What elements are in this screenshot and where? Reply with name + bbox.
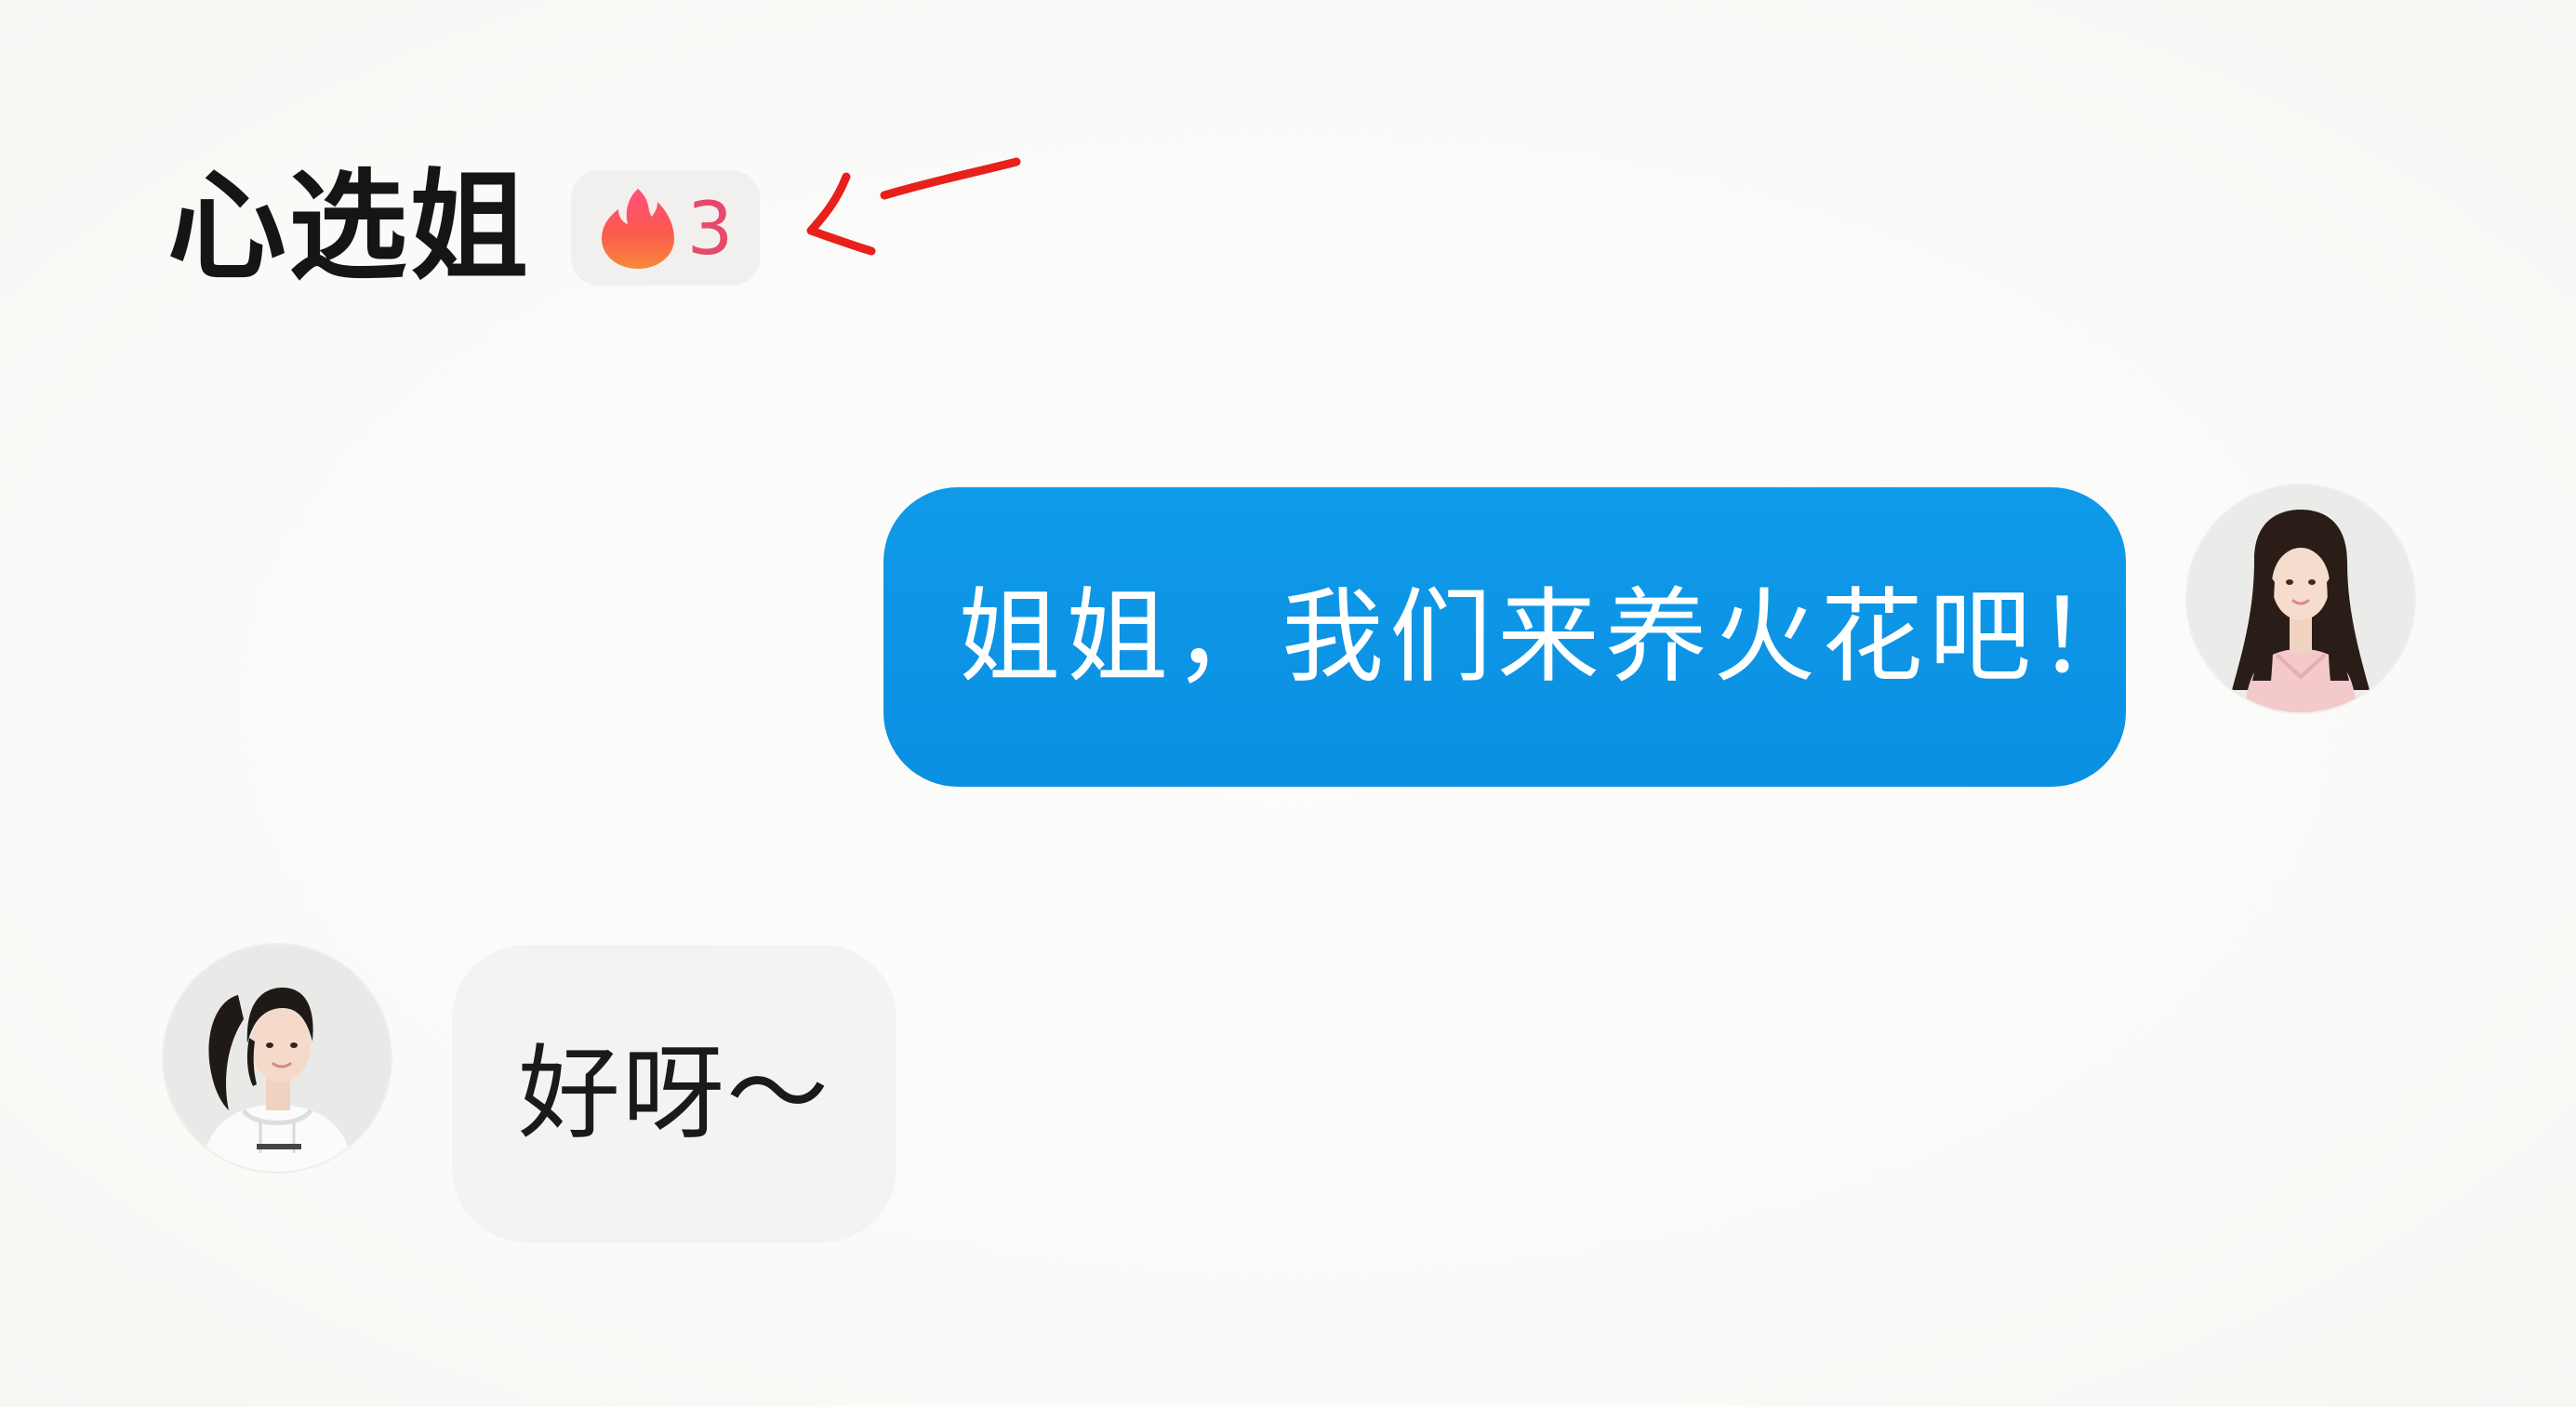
message-outgoing[interactable]: 姐姐，我们来养火花吧！ xyxy=(883,487,2139,787)
streak-count: 3 xyxy=(686,188,734,272)
red-arrow-icon xyxy=(806,157,1021,256)
message-incoming[interactable]: 好呀～ xyxy=(452,945,896,1242)
contact-name[interactable]: 心选姐 xyxy=(167,168,530,287)
message-text: 好呀～ xyxy=(518,1034,830,1153)
message-text: 姐姐，我们来养火花吧！ xyxy=(958,577,2144,697)
flame-icon xyxy=(601,189,674,269)
chat-screen: 心选姐 3 姐姐，我们来养火花吧！ 好呀～ xyxy=(0,0,2576,1407)
message-bubble-outgoing[interactable]: 姐姐，我们来养火花吧！ xyxy=(883,487,2139,787)
spark-streak-badge[interactable]: 3 xyxy=(571,170,761,285)
avatar-friend[interactable] xyxy=(164,945,391,1172)
avatar-me[interactable] xyxy=(2187,485,2414,712)
avatar-ponytail-white-hoodie xyxy=(164,945,391,1172)
message-bubble-incoming[interactable]: 好呀～ xyxy=(452,945,896,1242)
avatar-long-hair-pink-dress xyxy=(2187,485,2414,712)
chat-header: 心选姐 3 xyxy=(167,158,761,298)
